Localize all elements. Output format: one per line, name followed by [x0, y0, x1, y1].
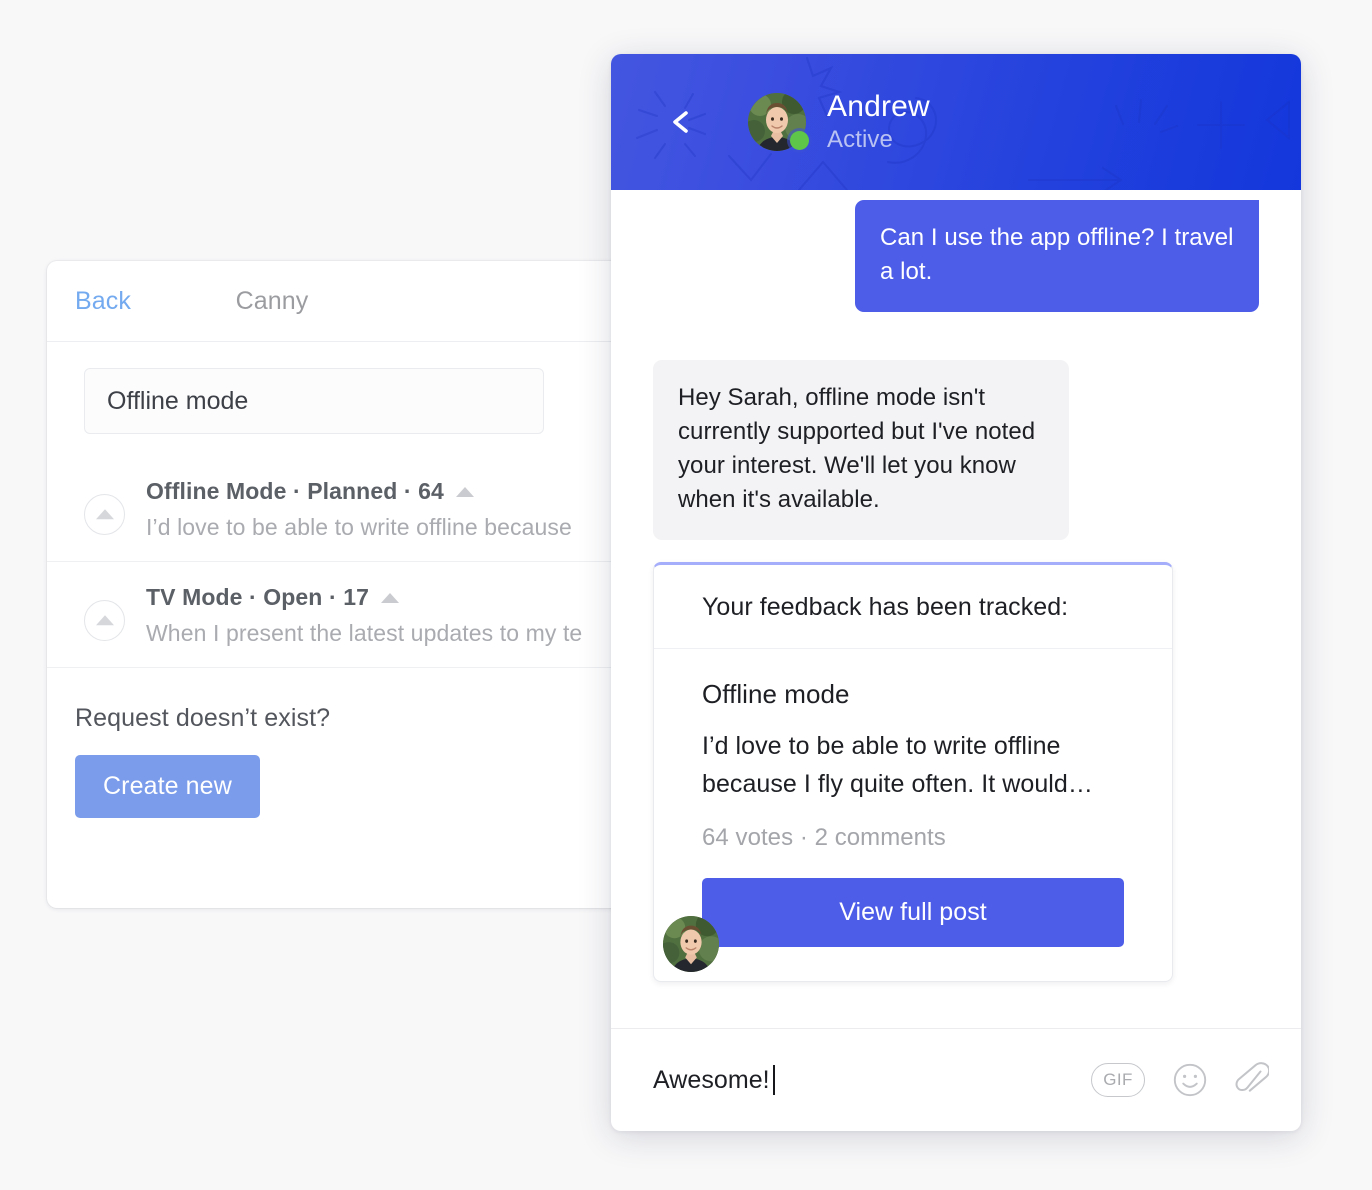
messenger-window: Andrew Active Can I use the app offline?…	[611, 54, 1301, 1131]
smiley-face-icon[interactable]	[1170, 1060, 1210, 1100]
message-composer-bar: Awesome! GIF	[611, 1028, 1301, 1131]
create-new-button[interactable]: Create new	[75, 755, 260, 818]
message-bubble-incoming: Hey Sarah, offline mode isn't currently …	[653, 360, 1069, 541]
paperclip-icon[interactable]	[1235, 1058, 1269, 1102]
avatar	[748, 93, 809, 151]
view-full-post-button[interactable]: View full post	[702, 878, 1124, 948]
message-bubble-outgoing: Can I use the app offline? I travel a lo…	[855, 200, 1259, 313]
screen-root: Back Canny Offline Mode · Planned · 64 I…	[0, 0, 1372, 1190]
tracked-card-body: Offline mode I’d love to be able to writ…	[654, 649, 1172, 981]
list-item-title-text: Offline Mode · Planned · 64	[146, 478, 444, 504]
message-row-outgoing: Can I use the app offline? I travel a lo…	[653, 200, 1259, 313]
chevron-left-icon[interactable]	[669, 109, 695, 135]
list-item-snippet: When I present the latest updates to my …	[146, 620, 583, 646]
header-text: Andrew Active	[827, 90, 930, 155]
contact-status: Active	[827, 126, 893, 154]
message-row-incoming: Hey Sarah, offline mode isn't currently …	[653, 312, 1259, 541]
message-list[interactable]: Can I use the app offline? I travel a lo…	[611, 190, 1301, 1028]
text-caret	[772, 1065, 775, 1095]
upvote-arrow-icon[interactable]	[84, 494, 125, 535]
tracked-card-heading: Your feedback has been tracked:	[654, 565, 1172, 650]
post-description: I’d love to be able to write offline bec…	[702, 732, 1093, 798]
messenger-header: Andrew Active	[611, 54, 1301, 190]
triangle-up-icon	[380, 592, 399, 603]
list-item-text: Offline Mode · Planned · 64 I’d love to …	[146, 472, 572, 541]
upvote-arrow-icon[interactable]	[84, 600, 125, 641]
contact-name: Andrew	[827, 89, 930, 123]
list-item-title-text: TV Mode · Open · 17	[146, 584, 369, 610]
search-input[interactable]	[84, 368, 544, 434]
post-meta: 64 votes · 2 comments	[702, 824, 946, 852]
online-status-dot	[790, 131, 809, 150]
gif-button[interactable]: GIF	[1091, 1063, 1145, 1097]
post-title: Offline mode	[702, 679, 850, 710]
list-item-snippet: I’d love to be able to write offline bec…	[146, 514, 572, 540]
list-item-text: TV Mode · Open · 17 When I present the l…	[146, 578, 582, 647]
triangle-up-icon	[455, 486, 474, 497]
composer-input[interactable]: Awesome!	[653, 1065, 1091, 1095]
list-item-title: TV Mode · Open · 17	[146, 584, 582, 611]
message-row-tracked-card: Your feedback has been tracked: Offline …	[653, 540, 1259, 983]
composer-actions: GIF	[1091, 1058, 1269, 1102]
list-item-title: Offline Mode · Planned · 64	[146, 478, 572, 505]
composer-value: Awesome!	[653, 1065, 770, 1094]
messenger-header-content: Andrew Active	[611, 54, 1301, 190]
feedback-tracked-card: Your feedback has been tracked: Offline …	[653, 562, 1173, 983]
